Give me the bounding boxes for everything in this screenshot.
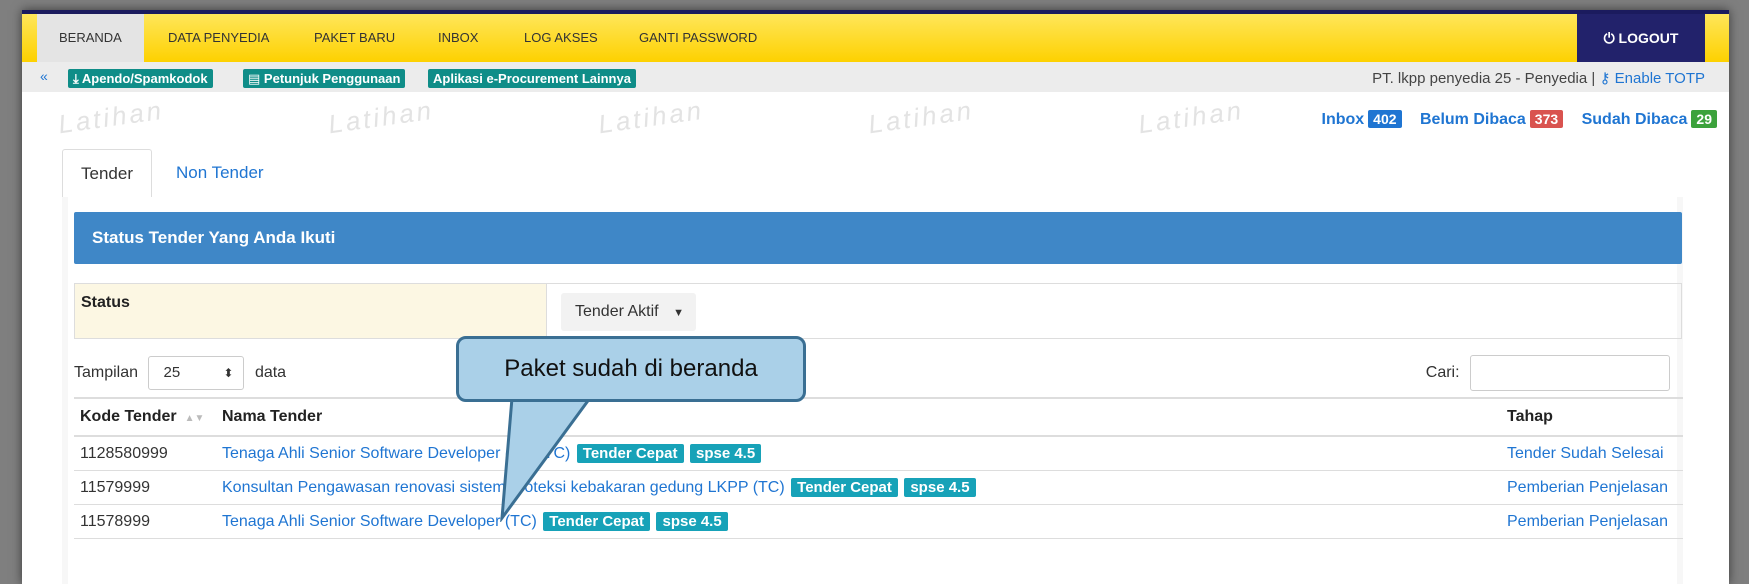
column-header-tahap[interactable]: Tahap bbox=[1501, 397, 1683, 437]
length-suffix: data bbox=[254, 364, 287, 381]
tab-panel: Status Tender Yang Anda Ikuti Status Ten… bbox=[62, 197, 1683, 584]
kode-tender-cell: 11579999 bbox=[74, 470, 216, 505]
read-label: Sudah Dibaca bbox=[1581, 111, 1688, 128]
enable-totp-label: Enable TOTP bbox=[1614, 70, 1705, 87]
status-dropdown[interactable]: Tender Aktif ▼ bbox=[561, 293, 696, 331]
caret-down-icon: ▼ bbox=[673, 307, 684, 319]
column-header-nama[interactable]: Nama Tender bbox=[216, 397, 1501, 437]
tab-non-tender[interactable]: Non Tender bbox=[158, 149, 282, 197]
page-length-value: 25 bbox=[163, 363, 181, 381]
tahap-link[interactable]: Tender Sudah Selesai bbox=[1507, 445, 1664, 462]
nav-data-penyedia[interactable]: DATA PENYEDIA bbox=[146, 14, 291, 62]
tahap-cell: Pemberian Penjelasan bbox=[1501, 470, 1683, 505]
table-header-row: Kode Tender ▲▼ Nama Tender Tahap bbox=[74, 397, 1683, 437]
watermark: Latihan bbox=[596, 94, 706, 140]
search-control: Cari: bbox=[1426, 355, 1670, 391]
tahap-header-label: Tahap bbox=[1507, 408, 1553, 425]
nav-paket-baru[interactable]: PAKET BARU bbox=[292, 14, 417, 62]
read-link[interactable]: Sudah Dibaca 29 bbox=[1581, 110, 1717, 128]
table-row: 11578999 Tenaga Ahli Senior Software Dev… bbox=[74, 504, 1683, 539]
unread-label: Belum Dibaca bbox=[1419, 111, 1526, 128]
inbox-link[interactable]: Inbox 402 bbox=[1321, 110, 1420, 128]
tab-panel-content: Status Tender Yang Anda Ikuti Status Ten… bbox=[68, 197, 1683, 584]
watermark: Latihan bbox=[326, 94, 436, 140]
nama-tender-cell: Tenaga Ahli Senior Software Developer (T… bbox=[216, 504, 1501, 539]
nav-beranda[interactable]: BERANDA bbox=[37, 14, 144, 62]
apendo-link[interactable]: ⤓ Apendo/Spamkodok bbox=[68, 69, 213, 88]
nav-ganti-password[interactable]: GANTI PASSWORD bbox=[617, 14, 779, 62]
tender-table: Kode Tender ▲▼ Nama Tender Tahap 11285809… bbox=[74, 397, 1683, 539]
user-info: PT. lkpp penyedia 25 - Penyedia | ⚷ Enab… bbox=[1372, 69, 1705, 87]
table-row: 1128580999 Tenaga Ahli Senior Software D… bbox=[74, 436, 1683, 471]
key-icon: ⚷ bbox=[1599, 70, 1611, 87]
kode-tender-cell: 11578999 bbox=[74, 504, 216, 539]
status-filter-row: Status Tender Aktif ▼ bbox=[74, 283, 1682, 339]
read-count-badge: 29 bbox=[1691, 110, 1717, 128]
power-icon: ⏻ bbox=[1603, 30, 1615, 46]
top-navigation-bar: BERANDA DATA PENYEDIA PAKET BARU INBOX L… bbox=[22, 10, 1729, 62]
tahap-cell: Tender Sudah Selesai bbox=[1501, 436, 1683, 471]
unread-link[interactable]: Belum Dibaca 373 bbox=[1419, 110, 1582, 128]
nama-tender-cell: Tenaga Ahli Senior Software Developer (T… bbox=[216, 436, 1501, 471]
status-label: Status bbox=[75, 284, 547, 338]
column-header-kode[interactable]: Kode Tender ▲▼ bbox=[74, 397, 216, 437]
watermark: Latihan bbox=[1136, 94, 1246, 140]
page-length-select[interactable]: 25 ⬍ bbox=[148, 355, 245, 390]
nav-inbox[interactable]: INBOX bbox=[416, 14, 500, 62]
status-dropdown-value: Tender Aktif bbox=[575, 303, 659, 320]
watermark: Latihan bbox=[56, 94, 166, 140]
nama-header-label: Nama Tender bbox=[222, 408, 323, 425]
tahap-cell: Pemberian Penjelasan bbox=[1501, 504, 1683, 539]
collapse-icon[interactable]: « bbox=[40, 68, 48, 84]
kode-header-label: Kode Tender bbox=[80, 408, 177, 425]
logout-button[interactable]: ⏻ LOGOUT bbox=[1577, 14, 1705, 62]
petunjuk-link-label: Petunjuk Penggunaan bbox=[263, 71, 401, 86]
download-icon: ⤓ bbox=[73, 71, 79, 86]
table-row: 11579999 Konsultan Pengawasan renovasi s… bbox=[74, 470, 1683, 505]
tag-badge: spse 4.5 bbox=[904, 478, 976, 497]
tahap-link[interactable]: Pemberian Penjelasan bbox=[1507, 513, 1668, 530]
tab-tender[interactable]: Tender bbox=[62, 149, 152, 197]
length-prefix: Tampilan bbox=[74, 364, 139, 381]
logout-label: LOGOUT bbox=[1618, 30, 1679, 46]
status-tender-header: Status Tender Yang Anda Ikuti bbox=[74, 212, 1682, 264]
kode-tender-cell: 1128580999 bbox=[74, 436, 216, 471]
tahap-link[interactable]: Pemberian Penjelasan bbox=[1507, 479, 1668, 496]
sort-arrows-icon: ⬍ bbox=[223, 365, 234, 380]
watermark: Latihan bbox=[866, 94, 976, 140]
browser-frame: BERANDA DATA PENYEDIA PAKET BARU INBOX L… bbox=[22, 10, 1729, 584]
callout-box: Paket sudah di beranda bbox=[456, 336, 806, 402]
search-input[interactable] bbox=[1470, 355, 1670, 391]
sub-toolbar: « ⤓ Apendo/Spamkodok ▤ Petunjuk Pengguna… bbox=[22, 62, 1729, 92]
sort-icon: ▲▼ bbox=[184, 413, 205, 424]
inbox-count-badge: 402 bbox=[1368, 110, 1402, 128]
nav-log-akses[interactable]: LOG AKSES bbox=[502, 14, 620, 62]
page-length-control: Tampilan 25 ⬍ data bbox=[74, 355, 286, 391]
inbox-label: Inbox bbox=[1321, 111, 1365, 128]
user-name: PT. lkpp penyedia 25 - Penyedia | bbox=[1372, 70, 1596, 87]
search-label: Cari: bbox=[1425, 364, 1460, 382]
enable-totp-link[interactable]: ⚷ Enable TOTP bbox=[1599, 70, 1705, 87]
book-icon: ▤ bbox=[248, 71, 261, 86]
inbox-summary: Inbox 402 Belum Dibaca 373 Sudah Dibaca 29 bbox=[1321, 110, 1717, 129]
nama-tender-cell: Konsultan Pengawasan renovasi sistem pro… bbox=[216, 470, 1501, 505]
apendo-link-label: Apendo/Spamkodok bbox=[81, 71, 208, 86]
eproc-link-label: Aplikasi e-Procurement Lainnya bbox=[433, 71, 631, 86]
eproc-link[interactable]: Aplikasi e-Procurement Lainnya bbox=[428, 69, 636, 88]
unread-count-badge: 373 bbox=[1529, 110, 1564, 128]
petunjuk-link[interactable]: ▤ Petunjuk Penggunaan bbox=[243, 69, 406, 88]
